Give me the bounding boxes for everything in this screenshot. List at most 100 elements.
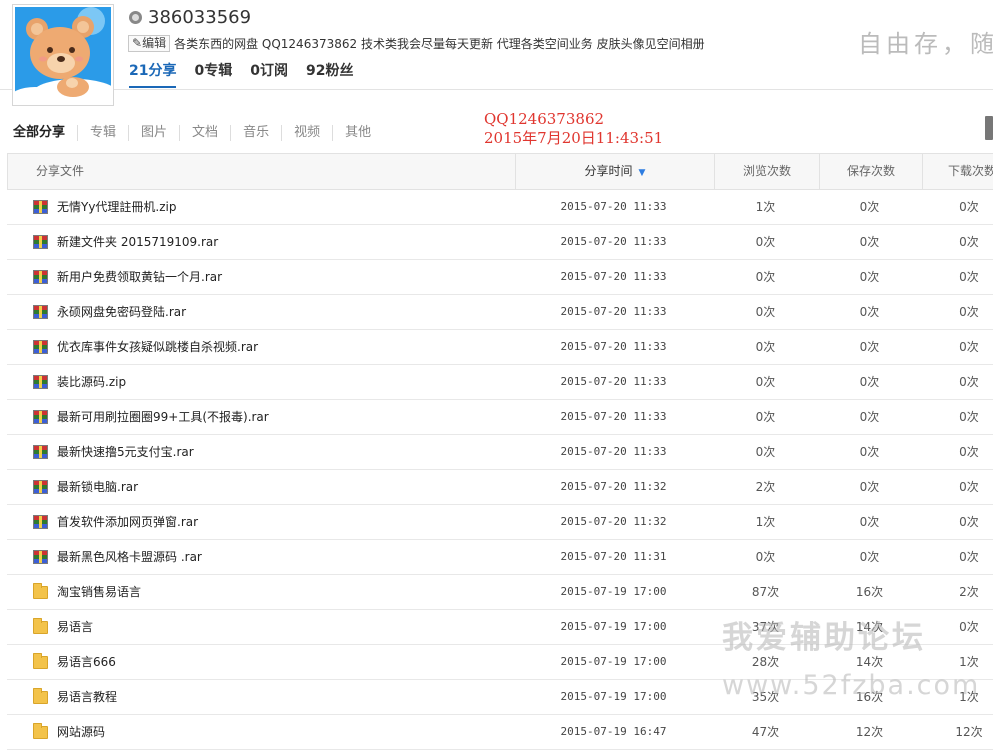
save-count: 16次 xyxy=(855,585,884,599)
tab-albums[interactable]: 专辑 xyxy=(90,125,130,141)
download-count: 0次 xyxy=(959,305,979,319)
table-row[interactable]: 装比源码.zip 2015-07-20 11:33 0次 0次 0次 xyxy=(7,365,993,400)
table-row[interactable]: 新用户免费领取黄钻一个月.rar 2015-07-20 11:33 0次 0次 0次 xyxy=(7,260,993,295)
column-time[interactable]: 分享时间 ▼ xyxy=(515,154,714,189)
edit-bio-button[interactable]: ✎编辑 xyxy=(128,34,171,52)
user-coin-icon xyxy=(129,10,142,24)
archive-file-icon xyxy=(33,480,48,494)
table-row[interactable]: 无情Yy代理註冊机.zip 2015-07-20 11:33 1次 0次 0次 xyxy=(7,190,993,225)
file-name[interactable]: 新建文件夹 2015719109.rar xyxy=(57,225,218,259)
file-name[interactable]: 易语言666 xyxy=(57,645,116,679)
download-count: 0次 xyxy=(959,200,979,214)
archive-file-icon xyxy=(33,410,48,424)
share-time: 2015-07-20 11:33 xyxy=(560,340,667,353)
table-row[interactable]: 淘宝销售易语言 2015-07-19 17:00 87次 16次 2次 xyxy=(7,575,993,610)
view-count: 0次 xyxy=(755,235,776,249)
red-timestamp-overlay: QQ1246373862 2015年7月20日11:43:51 xyxy=(484,110,663,148)
download-count: 0次 xyxy=(959,375,979,389)
stamp-qq: QQ1246373862 xyxy=(484,110,605,128)
table-row[interactable]: 优衣库事件女孩疑似跳楼自杀视频.rar 2015-07-20 11:33 0次 0次 0… xyxy=(7,330,993,365)
view-count: 1次 xyxy=(755,515,776,529)
watermark-url: www.52fzba.com xyxy=(722,670,981,701)
download-count: 0次 xyxy=(959,445,979,459)
save-count: 0次 xyxy=(859,515,880,529)
view-count: 47次 xyxy=(751,725,780,739)
share-time: 2015-07-19 17:00 xyxy=(560,620,667,633)
stat-albums[interactable]: 0专辑 xyxy=(194,60,232,88)
tab-music[interactable]: 音乐 xyxy=(243,125,283,141)
watermark-forum-name: 我爱辅助论坛 xyxy=(722,620,926,656)
file-name[interactable]: 最新可用刷拉圈圈99+工具(不报毒).rar xyxy=(57,400,269,434)
tab-documents[interactable]: 文档 xyxy=(192,125,232,141)
sort-down-icon: ▼ xyxy=(638,168,646,178)
column-downloads[interactable]: 下载次数 xyxy=(922,154,993,189)
archive-file-icon xyxy=(33,200,48,214)
stat-subscriptions[interactable]: 0订阅 xyxy=(250,60,288,88)
share-time: 2015-07-20 11:33 xyxy=(560,375,667,388)
share-time: 2015-07-19 17:00 xyxy=(560,655,667,668)
view-count: 87次 xyxy=(751,585,780,599)
column-views[interactable]: 浏览次数 xyxy=(714,154,819,189)
tab-images[interactable]: 图片 xyxy=(141,125,181,141)
download-count: 0次 xyxy=(959,235,979,249)
table-row[interactable]: 新建文件夹 2015719109.rar 2015-07-20 11:33 0次 0次… xyxy=(7,225,993,260)
download-count: 0次 xyxy=(959,340,979,354)
save-count: 12次 xyxy=(855,725,884,739)
file-name[interactable]: 新用户免费领取黄钻一个月.rar xyxy=(57,260,222,294)
download-count: 0次 xyxy=(959,270,979,284)
download-count: 0次 xyxy=(959,480,979,494)
file-name[interactable]: 永硕网盘免密码登陆.rar xyxy=(57,295,186,329)
share-time: 2015-07-20 11:33 xyxy=(560,200,667,213)
table-row[interactable]: 最新可用刷拉圈圈99+工具(不报毒).rar 2015-07-20 11:33 0次… xyxy=(7,400,993,435)
tab-video[interactable]: 视频 xyxy=(294,125,334,141)
file-name[interactable]: 最新黑色风格卡盟源码 .rar xyxy=(57,540,202,574)
tab-all[interactable]: 全部分享 xyxy=(13,125,79,141)
table-row[interactable]: 网站源码 2015-07-19 16:47 47次 12次 12次 xyxy=(7,715,993,750)
column-file[interactable]: 分享文件 xyxy=(36,154,84,189)
archive-file-icon xyxy=(33,340,48,354)
save-count: 0次 xyxy=(859,235,880,249)
scrollbar-thumb[interactable] xyxy=(985,116,993,140)
folder-icon xyxy=(33,583,48,599)
share-time: 2015-07-20 11:32 xyxy=(560,515,667,528)
share-time: 2015-07-20 11:33 xyxy=(560,445,667,458)
table-row[interactable]: 永硕网盘免密码登陆.rar 2015-07-20 11:33 0次 0次 0次 xyxy=(7,295,993,330)
file-name[interactable]: 易语言教程 xyxy=(57,680,117,714)
stat-shares[interactable]: 21分享 xyxy=(129,60,177,88)
file-name[interactable]: 最新快速撸5元支付宝.rar xyxy=(57,435,194,469)
save-count: 0次 xyxy=(859,340,880,354)
view-count: 1次 xyxy=(755,200,776,214)
file-name[interactable]: 网站源码 xyxy=(57,715,105,749)
avatar[interactable] xyxy=(9,4,119,111)
view-count: 0次 xyxy=(755,550,776,564)
table-row[interactable]: 最新黑色风格卡盟源码 .rar 2015-07-20 11:31 0次 0次 0次 xyxy=(7,540,993,575)
file-name[interactable]: 无情Yy代理註冊机.zip xyxy=(57,190,177,224)
archive-file-icon xyxy=(33,235,48,249)
tab-other[interactable]: 其他 xyxy=(345,125,383,141)
file-name[interactable]: 淘宝销售易语言 xyxy=(57,575,141,609)
file-name[interactable]: 优衣库事件女孩疑似跳楼自杀视频.rar xyxy=(57,330,258,364)
table-row[interactable]: 最新锁电脑.rar 2015-07-20 11:32 2次 0次 0次 xyxy=(7,470,993,505)
archive-file-icon xyxy=(33,445,48,459)
stat-fans[interactable]: 92粉丝 xyxy=(306,60,353,88)
save-count: 0次 xyxy=(859,445,880,459)
folder-icon xyxy=(33,653,48,669)
share-time: 2015-07-19 17:00 xyxy=(560,585,667,598)
share-time: 2015-07-20 11:31 xyxy=(560,550,667,563)
file-name[interactable]: 装比源码.zip xyxy=(57,365,126,399)
save-count: 0次 xyxy=(859,305,880,319)
save-count: 0次 xyxy=(859,550,880,564)
profile-stats: 21分享 0专辑 0订阅 92粉丝 xyxy=(129,60,371,88)
table-row[interactable]: 最新快速撸5元支付宝.rar 2015-07-20 11:33 0次 0次 0次 xyxy=(7,435,993,470)
table-row[interactable]: 首发软件添加网页弹窗.rar 2015-07-20 11:32 1次 0次 0次 xyxy=(7,505,993,540)
save-count: 0次 xyxy=(859,480,880,494)
column-saves[interactable]: 保存次数 xyxy=(819,154,922,189)
bio-text: 各类东西的网盘 QQ1246373862 技术类我会尽量每天更新 代理各类空间业… xyxy=(174,36,705,51)
share-time: 2015-07-20 11:33 xyxy=(560,410,667,423)
download-count: 0次 xyxy=(959,410,979,424)
file-name[interactable]: 首发软件添加网页弹窗.rar xyxy=(57,505,198,539)
profile-header: 386033569 ✎编辑 各类东西的网盘 QQ1246373862 技术类我会… xyxy=(0,0,993,90)
file-name[interactable]: 最新锁电脑.rar xyxy=(57,470,138,504)
stamp-datetime: 2015年7月20日11:43:51 xyxy=(484,129,664,147)
file-name[interactable]: 易语言 xyxy=(57,610,93,644)
